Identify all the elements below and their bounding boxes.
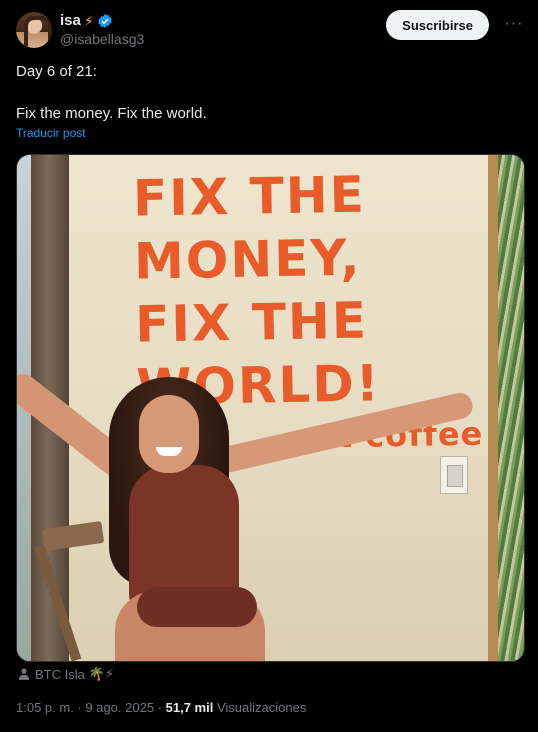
meta-separator: · [154,700,166,715]
views-count: 51,7 mil [165,700,214,715]
tweet-header: isa ⚡ @isabellasg3 Suscribirse ··· [16,10,526,50]
tweet-photo[interactable]: Fix THE MONEY, Fix THE WORLD! ...t coffe… [16,154,525,662]
tweet-date[interactable]: 9 ago. 2025 [85,700,154,715]
author-handle[interactable]: @isabellasg3 [60,30,144,48]
author-display-name[interactable]: isa [60,12,81,30]
person-figure [17,365,524,661]
tweet-line-1: Day 6 of 21: [16,63,97,80]
person-icon [18,668,30,680]
location-emoji: 🌴⚡ [88,666,115,681]
more-options-icon[interactable]: ··· [502,14,526,38]
tweet-text: Day 6 of 21: Fix the money. Fix the worl… [16,62,516,124]
translate-link[interactable]: Traducir post [16,126,86,140]
mural-line: Fix THE [132,165,367,228]
lightning-emoji: ⚡ [83,13,94,29]
author-block: isa ⚡ @isabellasg3 [60,12,144,48]
right-arm [214,390,476,475]
dress-hem [137,587,257,627]
author-name-row[interactable]: isa ⚡ [60,12,144,30]
verified-badge-icon [98,14,112,28]
views-label: Visualizaciones [216,700,307,715]
avatar[interactable] [16,12,52,48]
subscribe-button[interactable]: Suscribirse [386,10,489,40]
location-tag[interactable]: BTC Isla 🌴⚡ [17,666,114,682]
location-label[interactable]: BTC Isla [35,667,85,682]
meta-separator: · [73,700,86,715]
tweet-meta: 1:05 p. m. · 9 ago. 2025 · 51,7 mil Visu… [16,700,306,715]
mural-line: MONEY, [133,228,362,291]
tweet-line-2: Fix the money. Fix the world. [16,105,207,122]
face [139,395,199,473]
tweet-time[interactable]: 1:05 p. m. [16,700,74,715]
mural-line: Fix THE [134,291,369,354]
